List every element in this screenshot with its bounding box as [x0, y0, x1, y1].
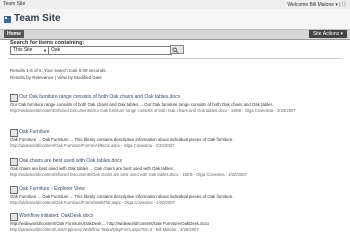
search-button[interactable] — [170, 45, 184, 54]
site-breadcrumb-link[interactable]: Team Site — [3, 1, 25, 7]
search-input[interactable]: Oak — [48, 46, 172, 55]
site-header: Team Site — [0, 9, 350, 29]
top-navigation: Home Site Actions ▾ — [0, 29, 350, 40]
workflow-icon — [10, 213, 18, 221]
result-description: Oak chairs are best used with Oak tables… — [10, 166, 174, 171]
result-url[interactable]: http://wideworld/content/Oak Furniture/F… — [10, 200, 175, 205]
document-icon — [10, 94, 18, 102]
result-title-link[interactable]: Oak Furniture - Explorer View — [19, 186, 85, 192]
document-icon — [10, 158, 18, 166]
site-logo-icon — [4, 16, 11, 23]
result-description: Oak Furniture ... Oak Furniture ... This… — [10, 194, 234, 199]
list-icon — [10, 186, 18, 194]
search-scope-value: This Site — [13, 47, 33, 53]
search-icon — [172, 47, 179, 54]
result-title-link[interactable]: Oak Furniture — [19, 129, 50, 135]
results-summary: Results 1-6 of 6. Your search took 0.09 … — [10, 68, 107, 73]
result-title-link[interactable]: Oak chairs are best used with Oak tables… — [19, 158, 122, 164]
site-actions-menu[interactable]: Site Actions ▾ — [308, 30, 347, 38]
page-title[interactable]: Team Site — [14, 13, 61, 24]
result-title-link[interactable]: Workflow initiated: OakDesk.docx — [19, 213, 93, 219]
result-url[interactable]: http://wideworld/content/Shared Document… — [10, 172, 247, 177]
result-url[interactable]: http://wideworld/content/Shared Document… — [10, 108, 296, 113]
result-url[interactable]: http://wideworld/content/Oak Furniture/F… — [10, 143, 174, 148]
list-icon — [10, 129, 18, 137]
divider — [8, 58, 342, 59]
welcome-user-menu[interactable]: Welcome Bill Malone ▾ | ⓘ — [287, 1, 347, 8]
results-sort-options[interactable]: Results by Relevance | View by Modified … — [10, 75, 102, 80]
tab-home[interactable]: Home — [4, 30, 24, 38]
search-scope-dropdown[interactable]: This Site ▼ — [10, 46, 49, 55]
result-url[interactable]: http://wideworld/content/Lists/Approval … — [10, 227, 199, 232]
result-title-link[interactable]: Our Oak furniture range consists of both… — [19, 94, 180, 100]
result-description: http://wideworld/content/Oak Furniture/O… — [10, 221, 210, 226]
result-description: Oak Furniture ... Oak Furniture ... This… — [10, 137, 234, 142]
chevron-down-icon: ▼ — [43, 48, 47, 53]
result-description: Our Oak furniture range consists of both… — [10, 102, 274, 107]
